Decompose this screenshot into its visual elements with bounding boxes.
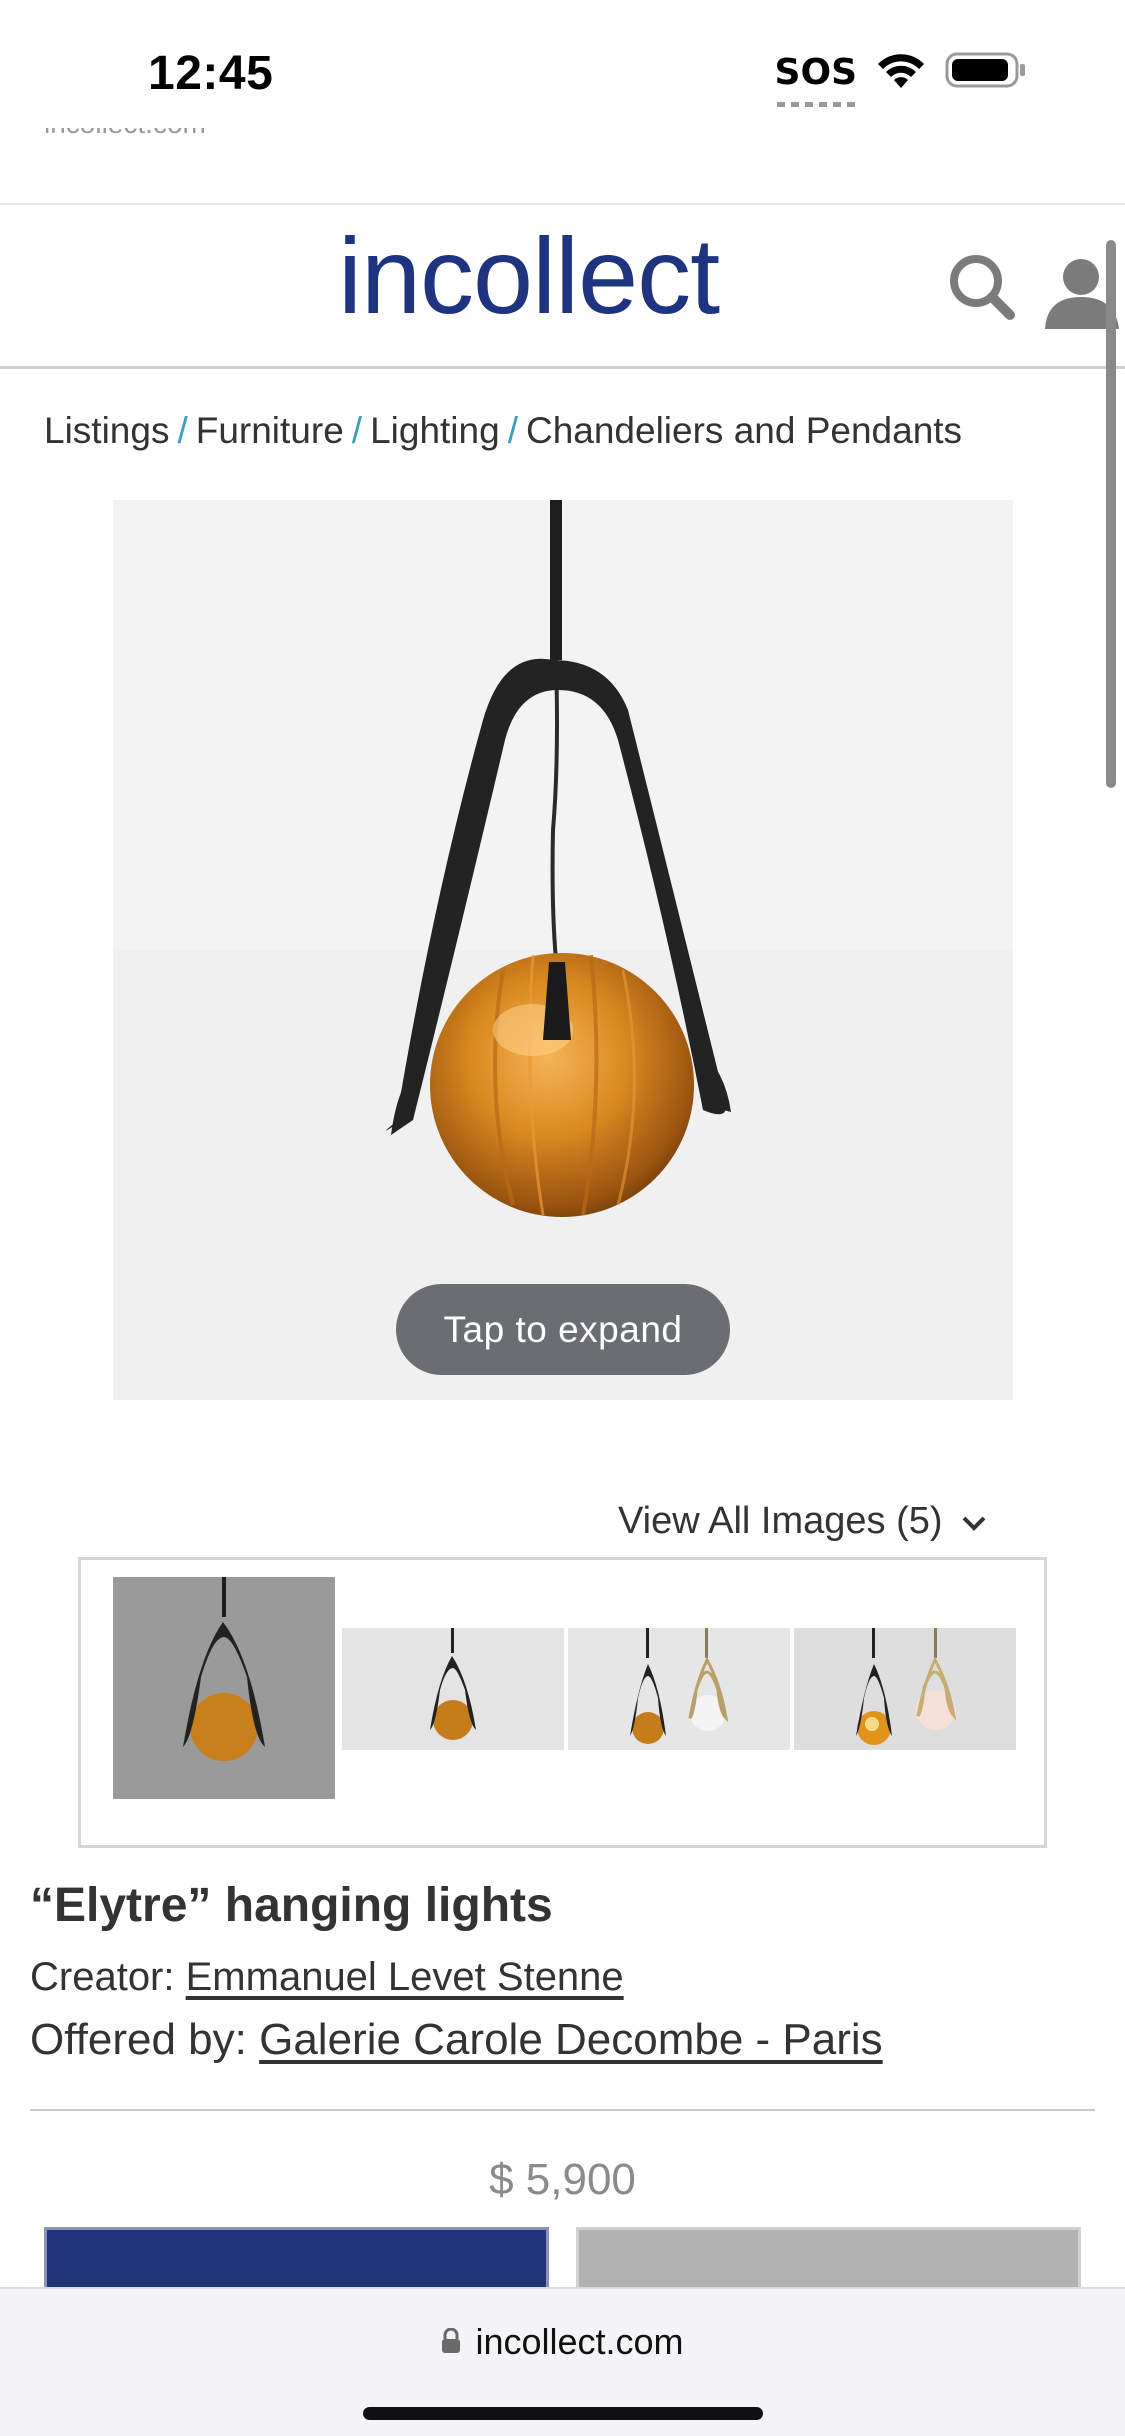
- address-text: incollect.com: [475, 2321, 684, 2362]
- breadcrumb-separator: /: [351, 410, 363, 451]
- address-bar[interactable]: incollect.com: [0, 2321, 1125, 2363]
- view-all-images-toggle[interactable]: View All Images (5): [618, 1500, 987, 1543]
- thumbnail-3[interactable]: [568, 1628, 790, 1750]
- home-indicator[interactable]: [363, 2407, 763, 2420]
- view-all-images-label: View All Images (5): [618, 1500, 943, 1542]
- lock-icon: [441, 2321, 461, 2363]
- thumbnail-strip: [78, 1557, 1047, 1848]
- divider: [30, 2109, 1095, 2111]
- main-product-image[interactable]: [113, 500, 1013, 1400]
- battery-icon: [945, 50, 1027, 95]
- breadcrumb-listings[interactable]: Listings: [44, 410, 169, 451]
- thumbnail-2[interactable]: [342, 1628, 564, 1750]
- creator-link[interactable]: Emmanuel Levet Stenne: [186, 1955, 624, 1999]
- status-icons: SOS: [774, 50, 1027, 107]
- browser-bottom-bar: incollect.com: [0, 2287, 1125, 2436]
- breadcrumb-separator: /: [507, 410, 518, 451]
- search-icon[interactable]: [948, 245, 1018, 325]
- creator-label: Creator:: [30, 1955, 175, 1999]
- thumbnail-1[interactable]: [113, 1577, 335, 1799]
- url-remnant: incollect.com: [44, 128, 274, 158]
- scroll-indicator[interactable]: [1106, 240, 1116, 788]
- sos-indicator: SOS: [774, 52, 857, 107]
- creator-line: Creator: Emmanuel Levet Stenne: [30, 1955, 624, 2000]
- breadcrumb-furniture[interactable]: Furniture: [196, 410, 344, 451]
- product-title: “Elytre” hanging lights: [30, 1879, 553, 1932]
- tap-to-expand-button[interactable]: Tap to expand: [396, 1284, 730, 1375]
- breadcrumb-separator: /: [177, 410, 188, 451]
- breadcrumb-chandeliers[interactable]: Chandeliers and Pendants: [526, 410, 962, 451]
- status-time: 12:45: [148, 47, 274, 100]
- offered-by-line: Offered by: Galerie Carole Decombe - Par…: [30, 2015, 883, 2065]
- breadcrumb-lighting[interactable]: Lighting: [370, 410, 500, 451]
- site-header: incollect: [0, 203, 1125, 369]
- dealer-link[interactable]: Galerie Carole Decombe - Paris: [259, 2015, 883, 2064]
- offered-by-label: Offered by:: [30, 2015, 247, 2064]
- thumbnail-4[interactable]: [794, 1628, 1016, 1750]
- product-price: $ 5,900: [489, 2155, 636, 2204]
- chevron-down-icon: [961, 1500, 987, 1543]
- wifi-icon: [875, 50, 927, 95]
- breadcrumb: Listings / Furniture / Lighting / Chandeliers …: [44, 410, 962, 452]
- site-logo[interactable]: incollect: [338, 213, 720, 338]
